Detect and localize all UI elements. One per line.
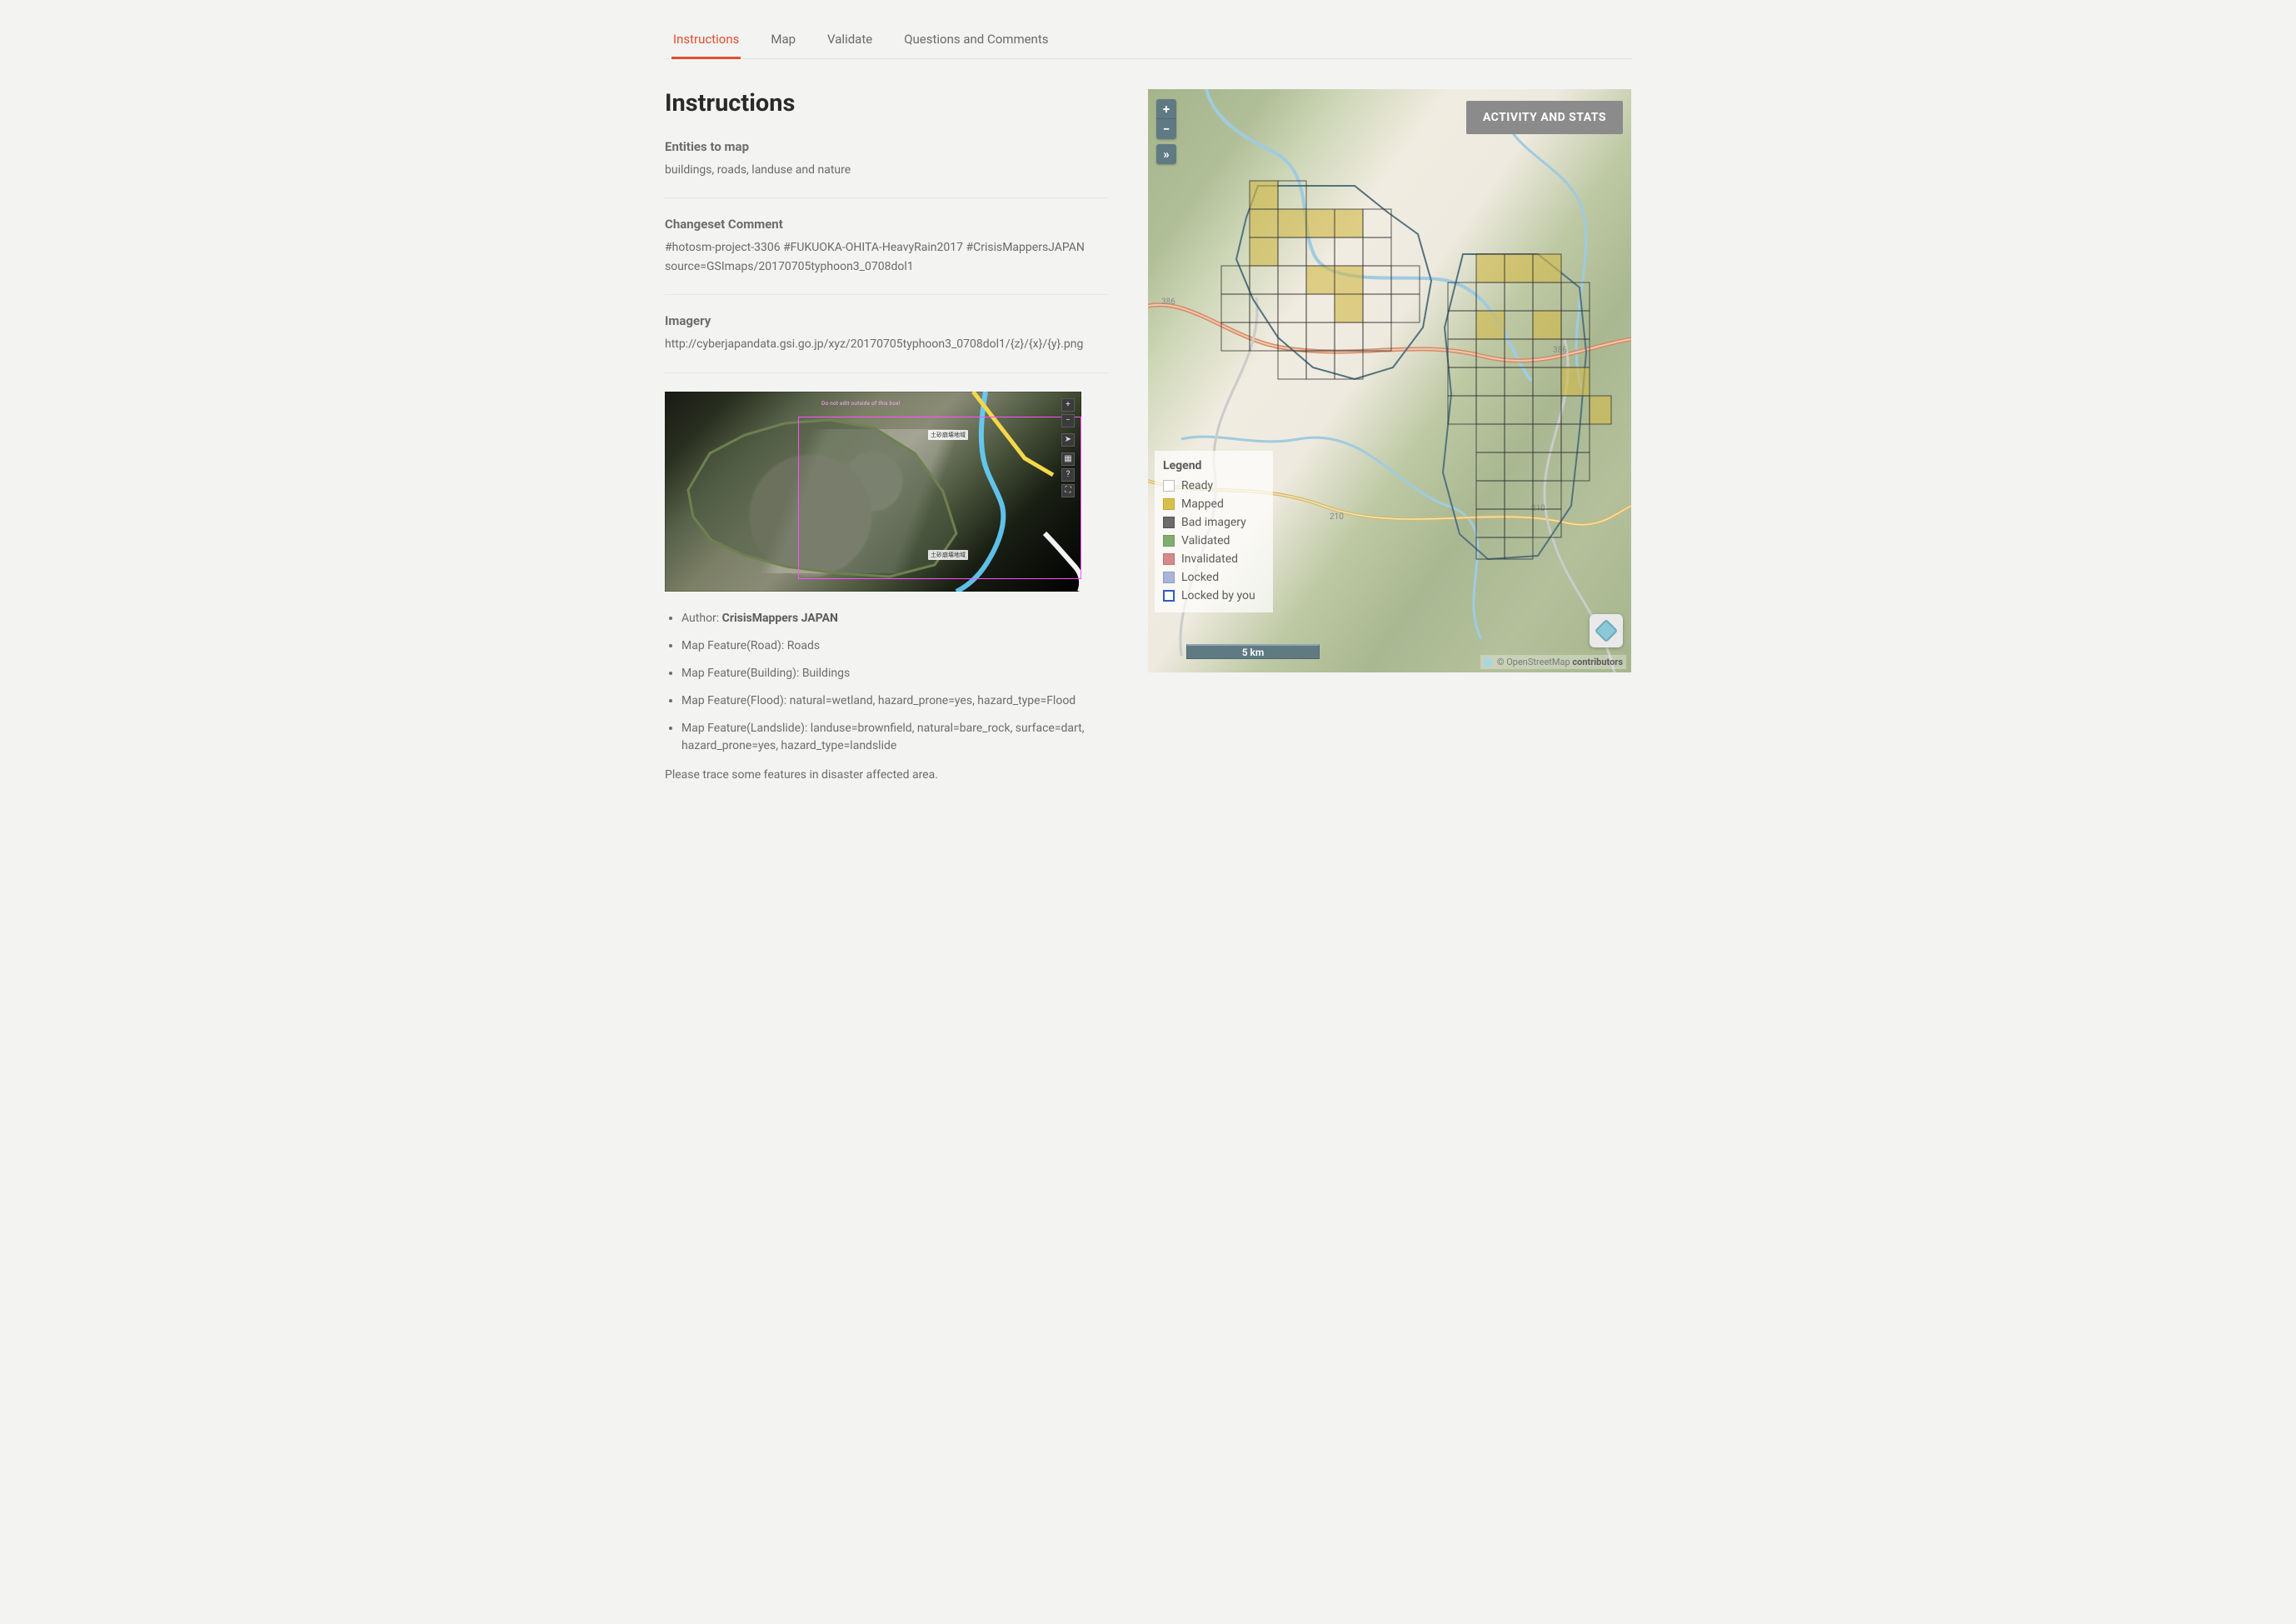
list-item-building: Map Feature(Building): Buildings bbox=[681, 665, 1108, 682]
map-legend: Legend Ready Mapped Bad imagery bbox=[1155, 451, 1273, 612]
tab-bar: Instructions Map Validate Questions and … bbox=[665, 23, 1631, 59]
entities-body: buildings, roads, landuse and nature bbox=[665, 161, 1108, 179]
trace-note: Please trace some features in disaster a… bbox=[665, 768, 1108, 782]
map-attribution: © OpenStreetMap contributors bbox=[1480, 655, 1626, 669]
legend-lockedyou-label: Locked by you bbox=[1181, 589, 1255, 602]
zoom-group: + − bbox=[1156, 99, 1176, 139]
preview-toolbar: + − ➤ ▦ ? ⛶ bbox=[1061, 398, 1075, 497]
layer-toggle-button[interactable] bbox=[1590, 614, 1623, 647]
imagery-title: Imagery bbox=[665, 313, 1108, 328]
preview-zoom-out[interactable]: − bbox=[1061, 414, 1075, 427]
attribution-prefix: © OpenStreetMap bbox=[1497, 657, 1573, 667]
right-column: 386 386 210 210 bbox=[1148, 89, 1631, 672]
attribution-link[interactable]: contributors bbox=[1572, 657, 1623, 667]
page-title: Instructions bbox=[665, 89, 1108, 117]
changeset-title: Changeset Comment bbox=[665, 217, 1108, 232]
legend-locked-label: Locked bbox=[1181, 571, 1219, 584]
changeset-line2: source=GSImaps/20170705typhoon3_0708dol1 bbox=[665, 257, 1108, 276]
list-item-landslide: Map Feature(Landslide): landuse=brownfie… bbox=[681, 720, 1108, 755]
preview-help[interactable]: ? bbox=[1061, 468, 1075, 482]
divider bbox=[665, 294, 1108, 295]
author-label: Author: bbox=[681, 612, 722, 625]
legend-ready-label: Ready bbox=[1181, 479, 1213, 492]
list-item-flood: Map Feature(Flood): natural=wetland, haz… bbox=[681, 692, 1108, 710]
osm-logo-icon bbox=[1482, 656, 1494, 667]
section-imagery: Imagery http://cyberjapandata.gsi.go.jp/… bbox=[665, 313, 1108, 353]
legend-mapped: Mapped bbox=[1163, 497, 1265, 511]
legend-mapped-label: Mapped bbox=[1181, 497, 1224, 511]
legend-bad: Bad imagery bbox=[1163, 516, 1265, 529]
legend-invalidated-label: Invalidated bbox=[1181, 552, 1238, 566]
legend-bad-label: Bad imagery bbox=[1181, 516, 1246, 529]
road-label-386a: 386 bbox=[1161, 297, 1175, 307]
road-label-210b: 210 bbox=[1531, 504, 1545, 513]
legend-ready: Ready bbox=[1163, 479, 1265, 492]
preview-label-a: 土砂崩壊地域 bbox=[928, 430, 968, 440]
author-value: CrisisMappers JAPAN bbox=[722, 612, 838, 625]
preview-fullscreen[interactable]: ⛶ bbox=[1061, 484, 1075, 497]
changeset-body: #hotosm-project-3306 #FUKUOKA-OHITA-Heav… bbox=[665, 238, 1108, 276]
preview-banner: Do not edit outside of this box! bbox=[821, 400, 901, 408]
changeset-line1: #hotosm-project-3306 #FUKUOKA-OHITA-Heav… bbox=[665, 238, 1108, 257]
tab-validate[interactable]: Validate bbox=[826, 23, 874, 59]
swatch-mapped-icon bbox=[1163, 498, 1175, 510]
imagery-preview[interactable]: Do not edit outside of this box! 土砂崩壊地域 … bbox=[665, 392, 1081, 592]
legend-validated: Validated bbox=[1163, 534, 1265, 547]
tab-map[interactable]: Map bbox=[769, 23, 797, 59]
left-column: Instructions Entities to map buildings, … bbox=[665, 89, 1108, 782]
section-entities: Entities to map buildings, roads, landus… bbox=[665, 139, 1108, 179]
swatch-invalidated-icon bbox=[1163, 553, 1175, 565]
project-page: Instructions Map Validate Questions and … bbox=[648, 0, 1648, 832]
map-controls: + − » bbox=[1156, 99, 1176, 164]
road-label-386b: 386 bbox=[1553, 346, 1567, 355]
imagery-body: http://cyberjapandata.gsi.go.jp/xyz/2017… bbox=[665, 335, 1108, 353]
legend-locked: Locked bbox=[1163, 571, 1265, 584]
swatch-bad-icon bbox=[1163, 517, 1175, 528]
tab-questions[interactable]: Questions and Comments bbox=[902, 23, 1050, 59]
legend-validated-label: Validated bbox=[1181, 534, 1230, 547]
feature-list: Author: CrisisMappers JAPAN Map Feature(… bbox=[665, 610, 1108, 755]
swatch-lockedyou-icon bbox=[1163, 590, 1175, 602]
task-map[interactable]: 386 386 210 210 bbox=[1148, 89, 1631, 672]
expand-sidebar-button[interactable]: » bbox=[1156, 144, 1176, 164]
preview-locate[interactable]: ➤ bbox=[1061, 433, 1075, 447]
tab-instructions[interactable]: Instructions bbox=[671, 23, 741, 59]
content-columns: Instructions Entities to map buildings, … bbox=[665, 89, 1631, 782]
divider bbox=[665, 197, 1108, 198]
preview-zoom-in[interactable]: + bbox=[1061, 398, 1075, 412]
legend-lockedyou: Locked by you bbox=[1163, 589, 1265, 602]
zoom-in-button[interactable]: + bbox=[1156, 99, 1176, 119]
activity-stats-button[interactable]: ACTIVITY AND STATS bbox=[1466, 101, 1623, 134]
list-item-road: Map Feature(Road): Roads bbox=[681, 637, 1108, 655]
legend-invalidated: Invalidated bbox=[1163, 552, 1265, 566]
section-changeset: Changeset Comment #hotosm-project-3306 #… bbox=[665, 217, 1108, 276]
legend-title: Legend bbox=[1163, 459, 1265, 472]
swatch-validated-icon bbox=[1163, 535, 1175, 547]
list-item-author: Author: CrisisMappers JAPAN bbox=[681, 610, 1108, 627]
scale-bar: 5 km bbox=[1186, 644, 1320, 659]
entities-title: Entities to map bbox=[665, 139, 1108, 154]
swatch-ready-icon bbox=[1163, 480, 1175, 492]
layers-icon bbox=[1595, 619, 1618, 642]
preview-label-b: 土砂崩壊地域 bbox=[928, 550, 968, 560]
swatch-locked-icon bbox=[1163, 572, 1175, 583]
zoom-out-button[interactable]: − bbox=[1156, 119, 1176, 139]
road-label-210a: 210 bbox=[1330, 512, 1344, 522]
preview-layers[interactable]: ▦ bbox=[1061, 452, 1075, 466]
divider bbox=[665, 372, 1108, 373]
